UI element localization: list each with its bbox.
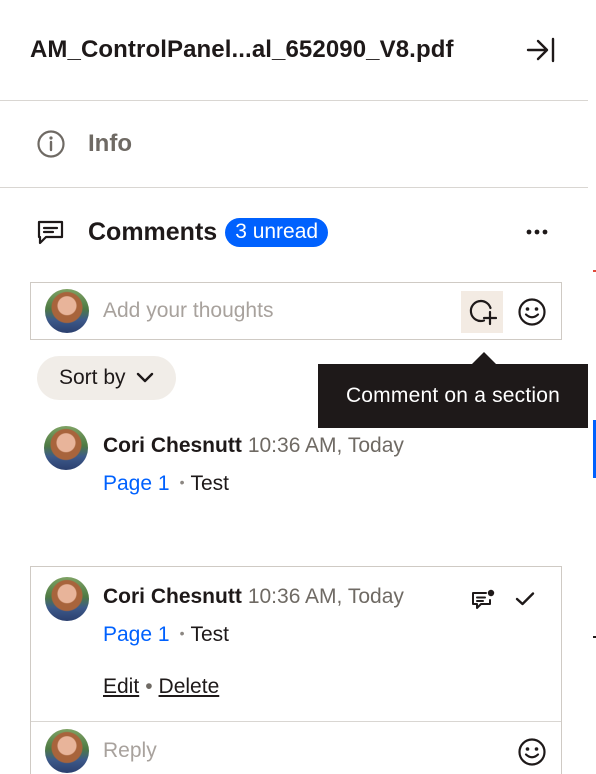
checkmark-icon: [515, 592, 535, 606]
separator: •: [179, 625, 185, 641]
sort-by-button[interactable]: Sort by: [37, 356, 176, 400]
collapse-panel-button[interactable]: [526, 37, 556, 63]
file-title: AM_ControlPanel...al_652090_V8.pdf: [30, 36, 454, 63]
page-link[interactable]: Page 1: [103, 623, 170, 646]
comments-label: Comments: [88, 217, 218, 246]
panel-header: AM_ControlPanel...al_652090_V8.pdf: [0, 0, 588, 101]
more-options-button[interactable]: [526, 223, 548, 241]
info-section-toggle[interactable]: Info: [0, 101, 588, 188]
resolve-button[interactable]: [515, 591, 535, 612]
avatar: [44, 426, 88, 470]
comment-text: Test: [190, 623, 229, 646]
info-label: Info: [88, 130, 132, 157]
comment-unread-icon: [472, 589, 495, 609]
page-link[interactable]: Page 1: [103, 472, 170, 495]
unread-badge: 3 unread: [225, 217, 329, 247]
collapse-right-icon: [526, 37, 555, 63]
sort-by-label: Sort by: [59, 366, 126, 389]
comments-panel: AM_ControlPanel...al_652090_V8.pdf Info …: [0, 0, 589, 774]
avatar: [45, 289, 89, 333]
comment-time: 10:36 AM, Today: [247, 585, 404, 608]
info-icon: [37, 130, 65, 158]
chevron-down-icon: [136, 372, 153, 383]
emoji-icon: [518, 298, 546, 326]
separator: •: [179, 474, 185, 490]
comment-actions: Edit • Delete: [103, 675, 219, 699]
comment-author: Cori Chesnutt: [103, 585, 242, 608]
emoji-button[interactable]: [517, 297, 547, 332]
tooltip: Comment on a section: [318, 352, 588, 428]
comment-time: 10:36 AM, Today: [247, 434, 404, 457]
divider: [31, 721, 561, 722]
avatar: [45, 577, 89, 621]
more-horizontal-icon: [526, 229, 548, 235]
comment-meta: Page 1 • Test: [103, 472, 404, 496]
add-section-comment-icon: [469, 299, 497, 326]
comment-meta: Page 1 • Test: [103, 623, 404, 647]
comments-header: Comments 3 unread: [0, 188, 588, 276]
emoji-icon: [518, 738, 546, 766]
comment-icon: [37, 220, 64, 245]
comment-card[interactable]: Cori Chesnutt 10:36 AM, Today Page 1 • Test…: [30, 566, 562, 774]
separator: •: [145, 675, 153, 698]
avatar: [45, 729, 89, 773]
reply-emoji-button[interactable]: [517, 737, 547, 772]
reply-input[interactable]: Reply: [103, 739, 157, 763]
document-edge: [588, 0, 596, 774]
mark-unread-button[interactable]: [471, 589, 495, 616]
comment-input-box[interactable]: Add your thoughts: [30, 282, 562, 340]
edit-link[interactable]: Edit: [103, 675, 139, 698]
comment-text: Test: [190, 472, 229, 495]
comment-author: Cori Chesnutt: [103, 434, 242, 457]
comment-on-section-button[interactable]: [461, 291, 503, 333]
delete-link[interactable]: Delete: [159, 675, 220, 698]
comment-input[interactable]: Add your thoughts: [103, 299, 273, 323]
